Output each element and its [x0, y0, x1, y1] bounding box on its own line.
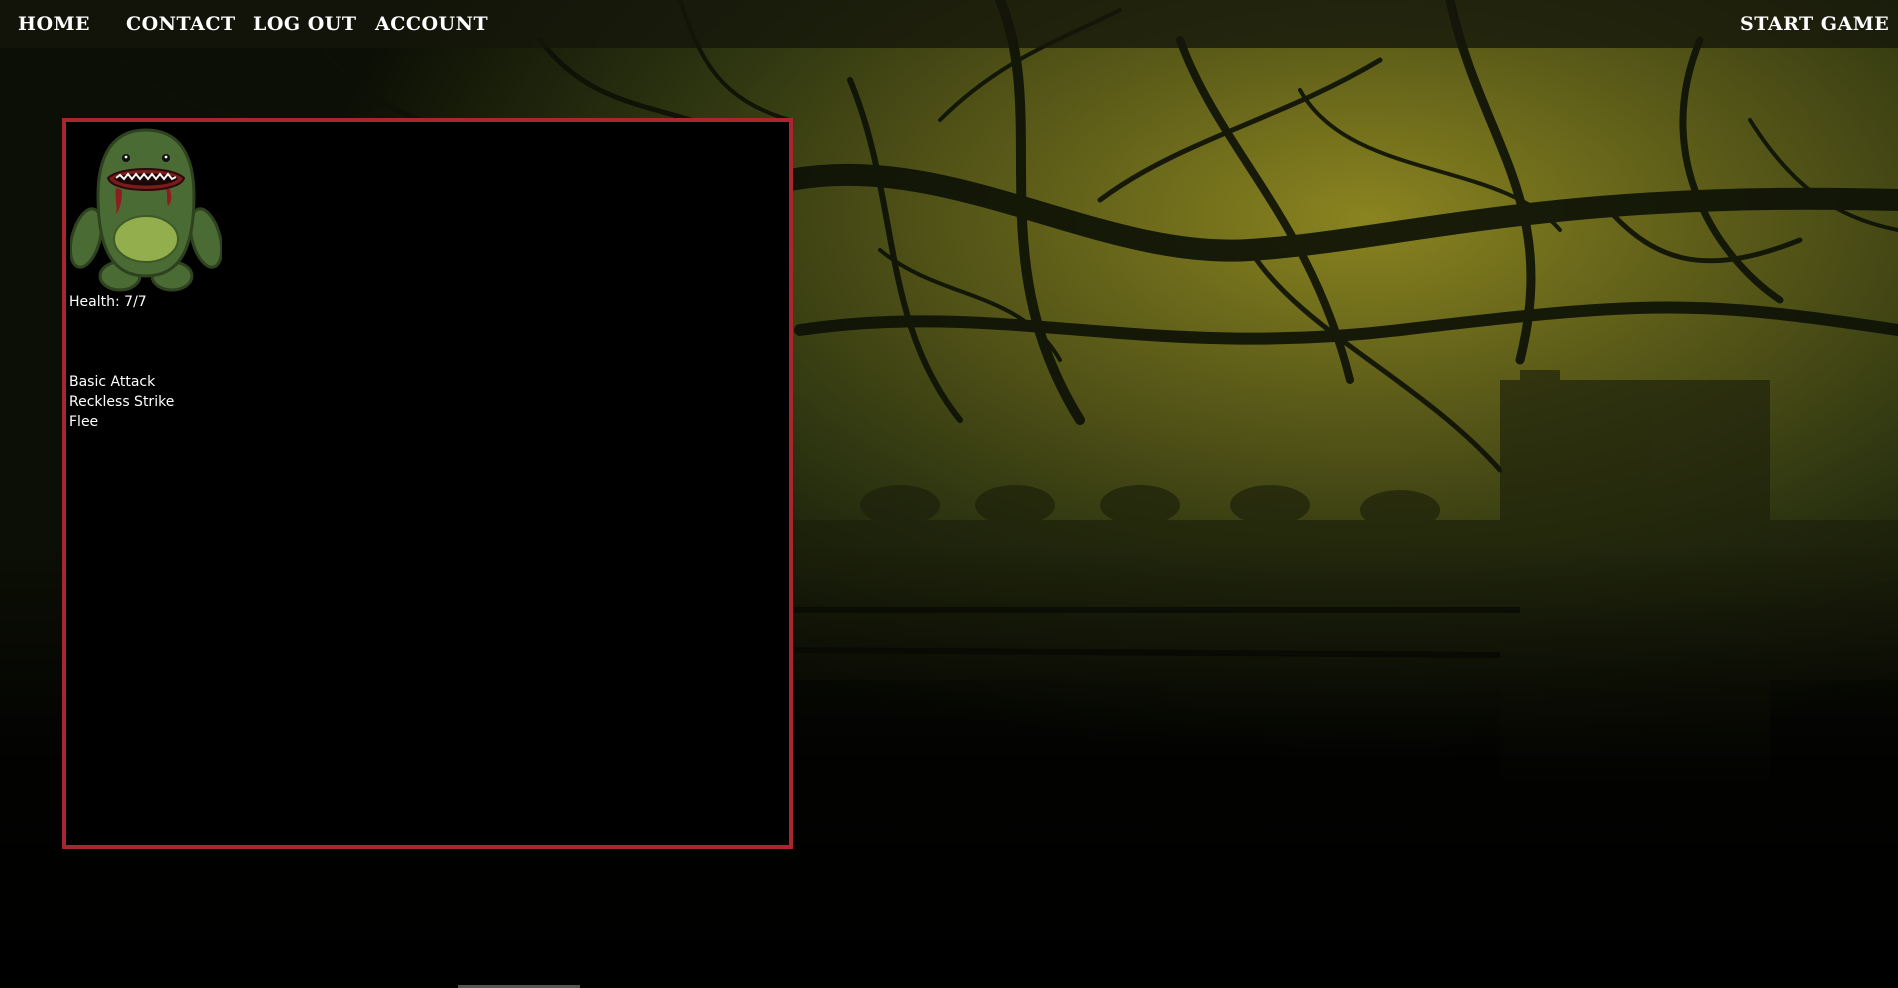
reckless-strike-button[interactable]: Reckless Strike	[69, 392, 174, 412]
health-max: 7	[137, 294, 147, 310]
health-label: Health:	[69, 294, 120, 310]
basic-attack-button[interactable]: Basic Attack	[69, 372, 174, 392]
action-list: Basic Attack Reckless Strike Flee	[69, 372, 174, 432]
flee-button[interactable]: Flee	[69, 412, 174, 432]
nav-account-link[interactable]: ACCOUNT	[375, 13, 488, 35]
nav-contact-link[interactable]: CONTACT	[126, 13, 236, 35]
player-health: Health: 7/7	[69, 294, 147, 310]
monster-icon	[70, 128, 222, 292]
start-game-link[interactable]: START GAME	[1740, 13, 1889, 35]
top-nav: HOME CONTACT LOG OUT ACCOUNT START GAME	[0, 0, 1898, 48]
game-panel: Health: 7/7 Basic Attack Reckless Strike…	[62, 118, 793, 849]
health-current: 7	[124, 294, 134, 310]
nav-home-link[interactable]: HOME	[18, 13, 90, 35]
nav-logout-link[interactable]: LOG OUT	[253, 13, 357, 35]
